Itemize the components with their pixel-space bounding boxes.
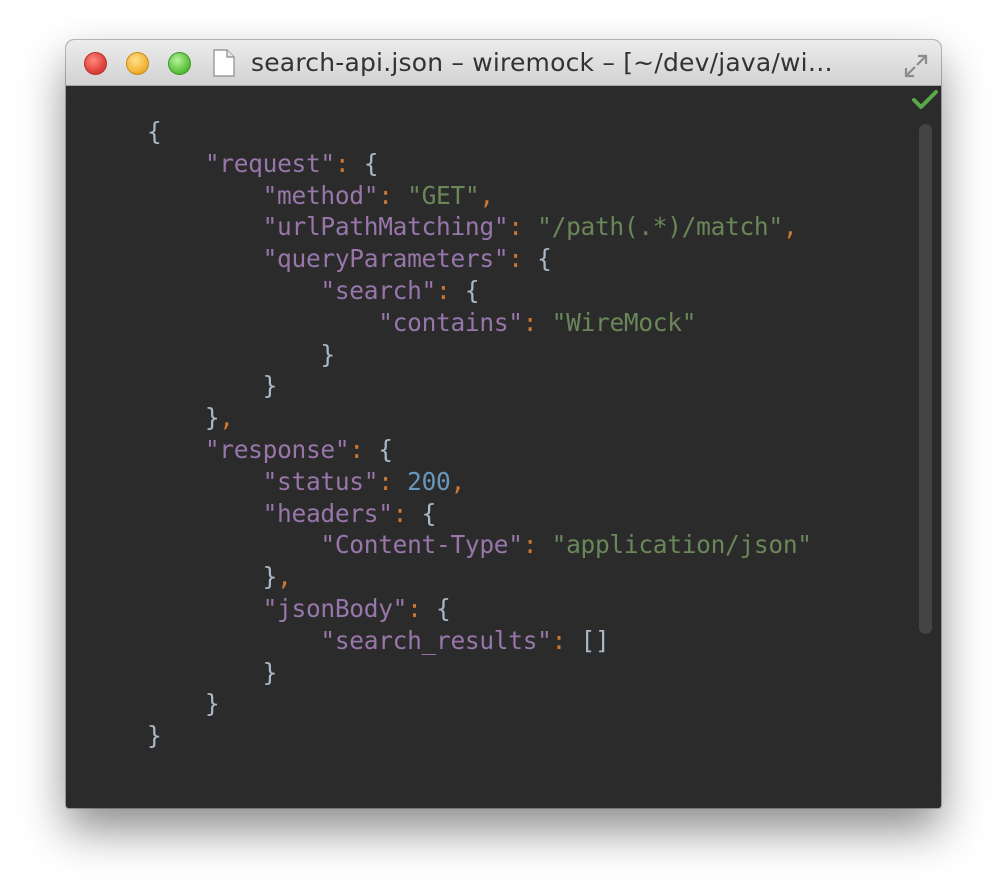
json-key: "queryParameters" [262,244,509,274]
code-line: { [147,117,162,146]
json-key: "search" [320,275,437,305]
code-line: "Content-Type": "application/json" [320,530,812,560]
code-line: "method": "GET", [262,180,495,210]
json-string-value: "/path(.*)/match" [537,212,783,242]
code-editor[interactable]: { "request": { "method": "GET", "urlPath… [66,86,941,808]
title-bar[interactable]: search-api.json – wiremock – [~/dev/java… [66,40,941,86]
fullscreen-icon[interactable] [902,52,930,80]
checkmark-icon [912,90,938,109]
json-key: "jsonBody" [262,593,408,623]
editor-window: search-api.json – wiremock – [~/dev/java… [66,40,941,808]
document-icon [213,49,235,77]
close-button[interactable] [84,52,107,75]
json-number-value: 200 [407,466,451,496]
code-line: "jsonBody": { [262,593,451,623]
minimize-button[interactable] [126,52,149,75]
code-content: { "request": { "method": "GET", "urlPath… [147,116,812,752]
code-line: "response": { [204,434,393,464]
code-line: } [204,689,220,719]
json-array-value: [] [580,625,610,655]
json-key: "urlPathMatching" [262,212,509,242]
code-line: } [262,657,278,687]
code-line: "urlPathMatching": "/path(.*)/match", [262,212,798,242]
code-line: "queryParameters": { [262,244,552,274]
json-string-value: "application/json" [551,530,812,560]
json-string-value: "GET" [407,180,480,210]
json-key: "response" [204,434,350,464]
json-key: "search_results" [320,625,552,655]
code-line: "search_results": [] [320,625,610,655]
code-line: } [320,339,335,369]
vertical-scrollbar[interactable] [919,124,932,634]
code-line: "request": { [204,148,379,178]
json-key: "method" [262,180,379,210]
code-line: "search": { [320,275,480,305]
json-string-value: "WireMock" [551,307,697,337]
code-line: } [147,721,162,751]
zoom-button[interactable] [168,52,191,75]
json-key: "request" [204,148,335,178]
json-key: "contains" [378,307,523,337]
code-line: "status": 200, [262,466,466,496]
code-line: } [262,371,278,401]
window-title: search-api.json – wiremock – [~/dev/java… [251,48,834,77]
code-line: }, [204,403,234,433]
json-key: "status" [262,466,379,496]
json-key: "headers" [262,498,393,528]
code-line: }, [262,562,292,592]
json-key: "Content-Type" [320,530,523,560]
code-line: "contains": "WireMock" [378,307,697,337]
code-line: "headers": { [262,498,437,528]
